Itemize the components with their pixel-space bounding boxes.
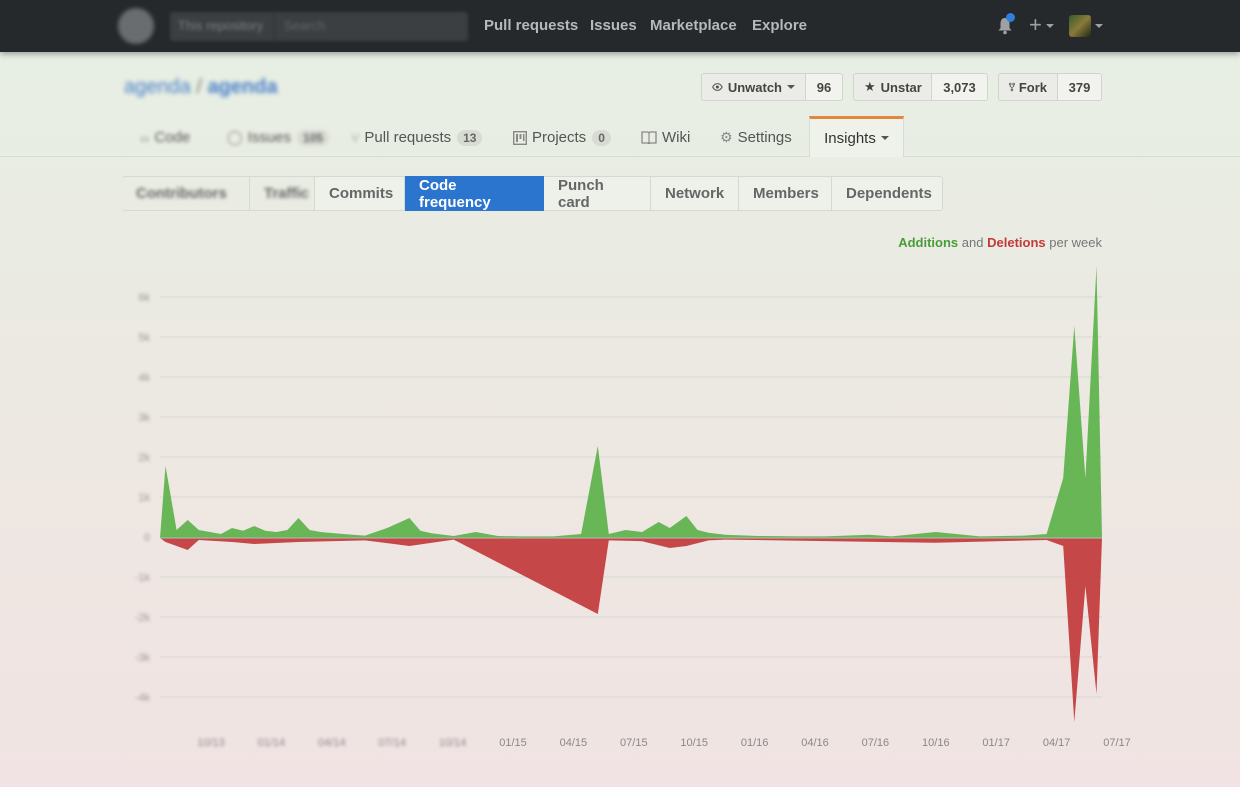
- y-tick-label: -1k: [135, 572, 151, 584]
- x-tick-label: 01/17: [982, 737, 1010, 749]
- y-tick-label: 5k: [138, 332, 150, 344]
- y-tick-label: 0: [144, 532, 150, 544]
- x-tick-label: 07/15: [620, 737, 648, 749]
- x-tick-label: 10/16: [922, 737, 950, 749]
- y-tick-label: 4k: [138, 372, 150, 384]
- y-tick-label: 3k: [138, 412, 150, 424]
- x-tick-label: 10/14: [439, 737, 467, 749]
- x-tick-label: 04/15: [560, 737, 588, 749]
- x-tick-label: 07/17: [1103, 737, 1131, 749]
- series-area-deletions: [160, 538, 1102, 722]
- y-tick-label: -4k: [135, 692, 151, 704]
- x-tick-label: 10/13: [197, 737, 225, 749]
- x-tick-label: 07/14: [378, 737, 406, 749]
- x-tick-label: 01/14: [258, 737, 286, 749]
- x-tick-label: 01/15: [499, 737, 527, 749]
- x-tick-label: 10/15: [680, 737, 708, 749]
- x-tick-label: 07/16: [862, 737, 890, 749]
- y-tick-label: 6k: [138, 292, 150, 304]
- y-tick-label: 2k: [138, 452, 150, 464]
- code-frequency-chart: 6k 5k 4k 3k 2k 1k 0 -1k -2k -3k -4k 10/13 01/14 04/14…: [135, 266, 1131, 749]
- x-tick-label: 04/17: [1043, 737, 1071, 749]
- x-tick-label: 01/16: [741, 737, 769, 749]
- y-tick-label: -3k: [135, 652, 151, 664]
- y-tick-label: 1k: [138, 492, 150, 504]
- x-tick-label: 04/16: [801, 737, 829, 749]
- x-tick-label: 04/14: [318, 737, 346, 749]
- y-tick-label: -2k: [135, 612, 151, 624]
